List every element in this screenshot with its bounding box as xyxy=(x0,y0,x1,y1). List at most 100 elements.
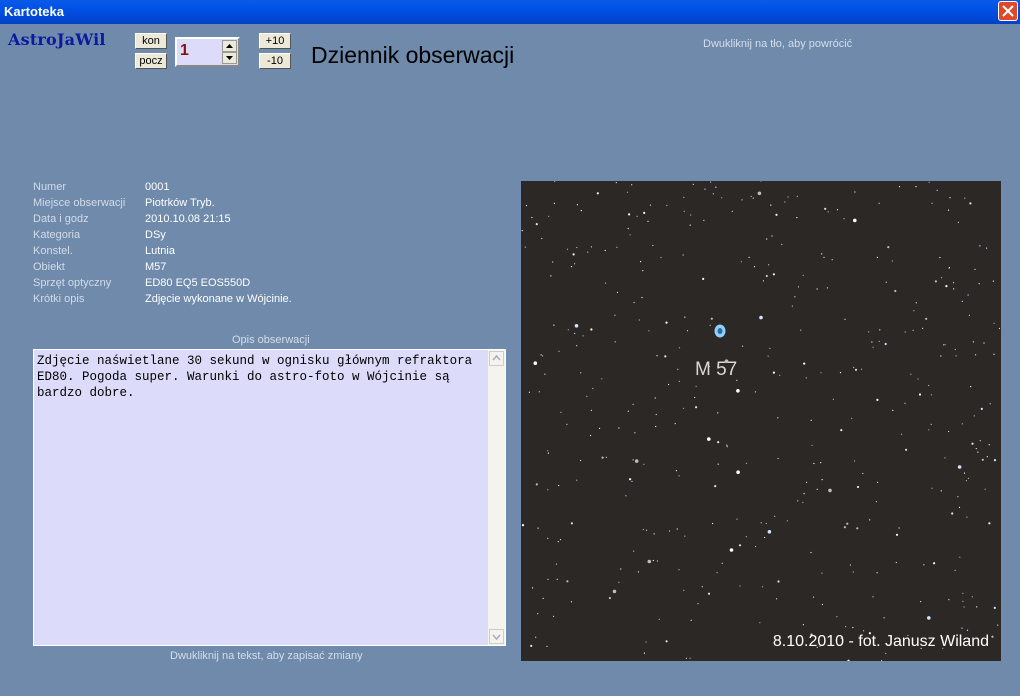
star xyxy=(860,368,863,370)
star xyxy=(604,249,606,252)
star xyxy=(683,196,685,198)
star xyxy=(883,617,885,619)
star xyxy=(928,181,930,183)
star xyxy=(531,216,533,219)
minus-10-button[interactable]: -10 xyxy=(259,53,291,69)
star xyxy=(694,396,696,399)
field-value[interactable]: 0001 xyxy=(145,181,169,193)
star xyxy=(853,366,855,369)
star xyxy=(586,395,588,397)
description-textarea[interactable]: Zdjęcie naświetlane 30 sekund w ognisku … xyxy=(33,349,506,646)
star xyxy=(710,317,713,320)
star xyxy=(986,456,988,458)
star xyxy=(887,246,890,249)
star xyxy=(828,488,832,493)
star xyxy=(925,317,928,320)
star xyxy=(963,606,965,608)
star xyxy=(979,245,981,247)
star xyxy=(590,246,592,248)
spin-down-button[interactable] xyxy=(222,52,237,64)
first-record-button[interactable]: pocz xyxy=(135,53,167,69)
star xyxy=(559,539,562,541)
star xyxy=(678,475,680,477)
star xyxy=(802,274,804,276)
star xyxy=(971,596,973,598)
close-button[interactable] xyxy=(998,1,1018,21)
star xyxy=(675,470,677,472)
field-value[interactable]: DSy xyxy=(145,229,166,241)
star xyxy=(975,448,977,450)
star xyxy=(966,629,969,631)
description-scrollbar[interactable] xyxy=(488,350,505,645)
star xyxy=(988,444,990,446)
star xyxy=(641,296,643,299)
star xyxy=(658,618,660,620)
star xyxy=(922,327,924,329)
star xyxy=(690,619,692,621)
star xyxy=(963,472,966,474)
last-record-button[interactable]: kon xyxy=(135,33,167,49)
star xyxy=(944,457,946,459)
star xyxy=(521,524,525,527)
star xyxy=(760,522,762,524)
star xyxy=(627,227,629,230)
star xyxy=(765,522,767,525)
star xyxy=(596,192,599,195)
star xyxy=(715,186,717,188)
field-value[interactable]: Lutnia xyxy=(145,245,175,257)
star xyxy=(745,536,747,538)
field-value[interactable]: 2010.10.08 21:15 xyxy=(145,213,231,225)
star-field xyxy=(521,181,1001,661)
star xyxy=(572,253,575,256)
star xyxy=(689,224,691,226)
star xyxy=(853,218,857,223)
star xyxy=(666,204,668,207)
window-title: Kartoteka xyxy=(4,4,64,19)
star xyxy=(805,377,807,379)
star xyxy=(991,635,994,638)
star xyxy=(827,211,829,213)
star xyxy=(920,601,922,603)
star xyxy=(643,211,646,214)
field-label: Konstel. xyxy=(33,245,73,257)
record-number-stepper[interactable]: 1 xyxy=(175,37,240,67)
star xyxy=(965,480,967,482)
scroll-down-button[interactable] xyxy=(489,629,504,644)
star xyxy=(813,462,815,465)
star xyxy=(939,256,941,259)
star xyxy=(628,213,631,216)
star xyxy=(750,195,752,198)
field-value[interactable]: ED80 EQ5 EOS550D xyxy=(145,277,250,289)
star xyxy=(771,235,773,237)
star xyxy=(905,448,908,451)
record-number-value[interactable]: 1 xyxy=(180,42,189,60)
star xyxy=(876,572,878,574)
scroll-up-button[interactable] xyxy=(489,351,504,366)
star xyxy=(647,559,652,564)
star xyxy=(786,520,788,522)
plus-10-button[interactable]: +10 xyxy=(259,33,291,49)
star xyxy=(940,490,942,492)
star xyxy=(779,374,781,376)
star xyxy=(553,324,555,326)
star xyxy=(979,440,981,442)
star xyxy=(592,387,594,390)
spin-up-button[interactable] xyxy=(222,40,237,52)
star xyxy=(615,182,617,184)
star xyxy=(839,372,842,374)
star xyxy=(879,329,881,331)
star xyxy=(676,528,678,530)
star xyxy=(836,209,839,211)
star xyxy=(928,384,930,387)
star xyxy=(736,389,740,393)
field-value[interactable]: M57 xyxy=(145,261,166,273)
field-value[interactable]: Piotrków Tryb. xyxy=(145,197,215,209)
star xyxy=(707,437,711,441)
description-text[interactable]: Zdjęcie naświetlane 30 sekund w ognisku … xyxy=(37,353,485,401)
star xyxy=(668,383,670,386)
close-icon xyxy=(1002,5,1014,17)
star xyxy=(877,481,879,483)
star xyxy=(876,398,879,401)
star xyxy=(927,616,931,620)
field-value[interactable]: Zdjęcie wykonane w Wójcinie. xyxy=(145,293,292,305)
